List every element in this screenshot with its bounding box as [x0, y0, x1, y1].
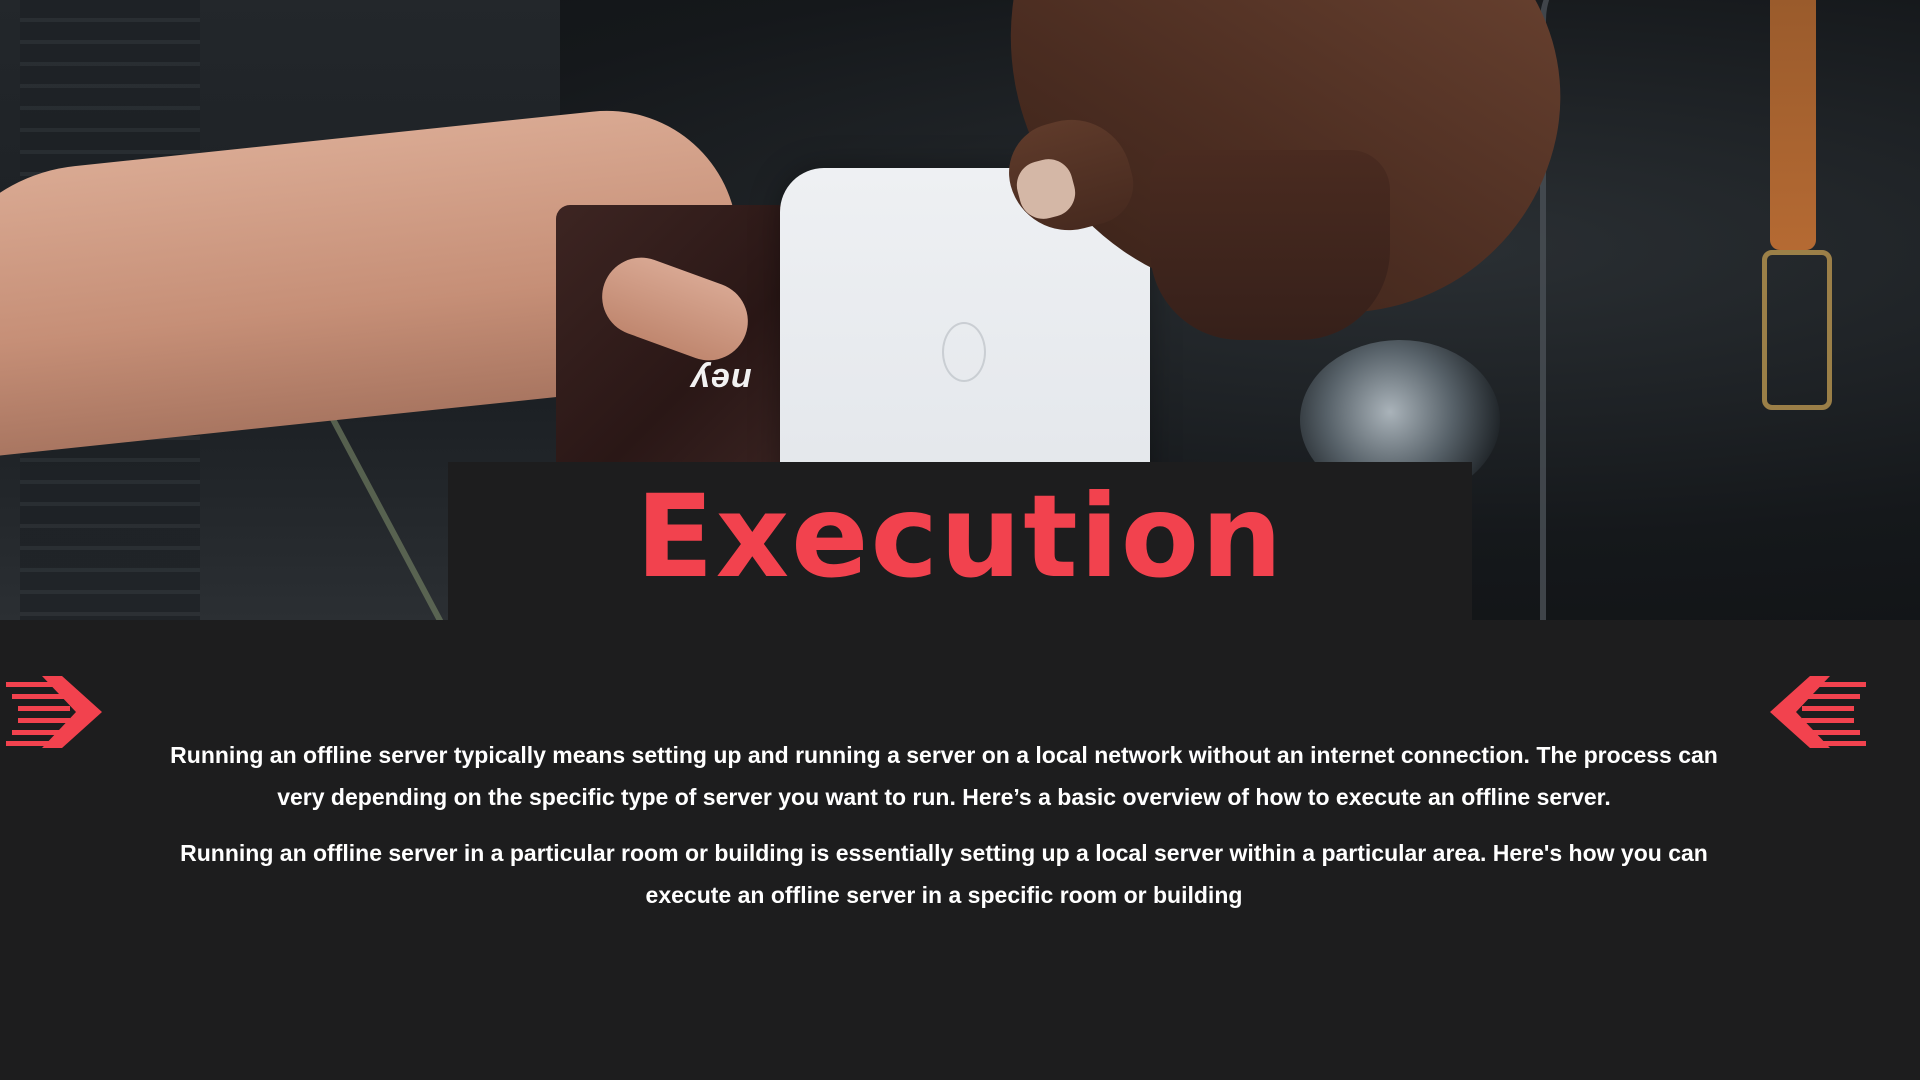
slide: ney Execution Running an offline server …	[0, 0, 1920, 1080]
right-fingers	[1150, 150, 1390, 340]
leather-strap	[1770, 0, 1816, 250]
body-text: Running an offline server typically mean…	[160, 734, 1728, 930]
paragraph-room-building: Running an offline server in a particula…	[180, 840, 1708, 908]
strap-clip	[1762, 250, 1832, 410]
chevron-right-speed-icon	[6, 676, 102, 748]
paragraph-overview: Running an offline server typically mean…	[170, 742, 1718, 810]
chevron-left-speed-icon	[1770, 676, 1866, 748]
contactless-icon	[942, 322, 986, 382]
title-box: Execution	[448, 462, 1472, 622]
page-title: Execution	[635, 470, 1285, 603]
card-print: ney	[690, 361, 752, 399]
